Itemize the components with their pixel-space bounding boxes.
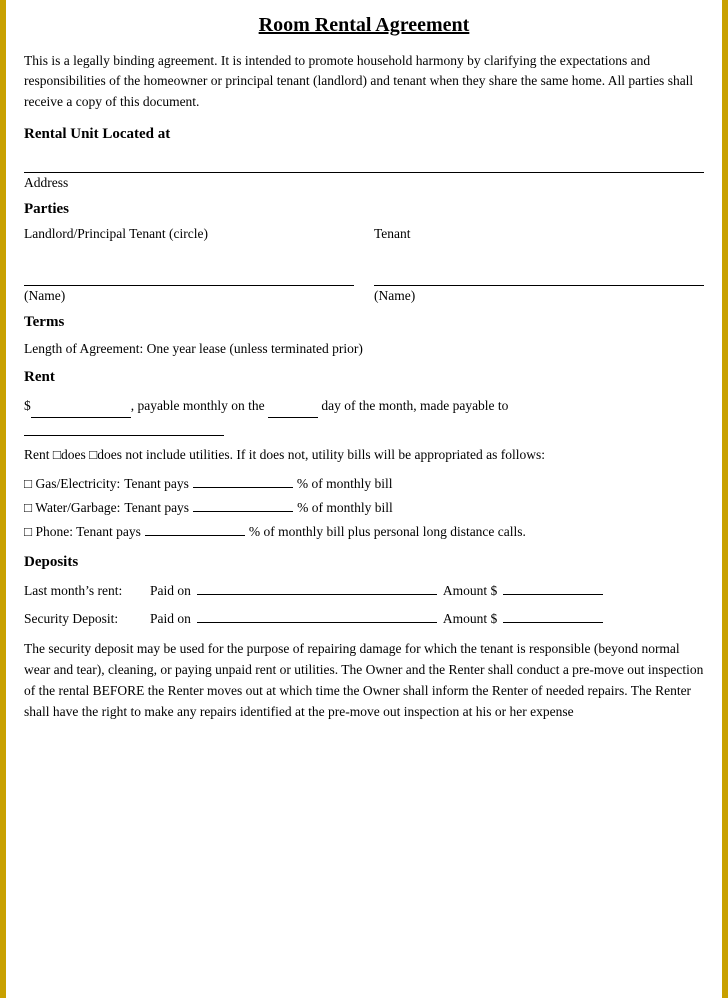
utilities-text: Rent □does □does not include utilities. … bbox=[24, 444, 704, 466]
water-suffix: % of monthly bill bbox=[297, 497, 393, 520]
security-paid-on: Paid on bbox=[150, 607, 191, 631]
gas-percent-blank[interactable] bbox=[193, 472, 293, 488]
rent-heading: Rent bbox=[24, 369, 704, 386]
deposits-heading: Deposits bbox=[24, 554, 704, 571]
phone-checkbox: □ Phone: Tenant pays bbox=[24, 521, 141, 544]
right-accent-border bbox=[722, 0, 728, 998]
terms-length-text: Length of Agreement: One year lease (unl… bbox=[24, 339, 704, 359]
rental-unit-heading: Rental Unit Located at bbox=[24, 126, 704, 143]
rent-day-blank[interactable] bbox=[268, 402, 318, 418]
terms-heading: Terms bbox=[24, 314, 704, 331]
gas-suffix: % of monthly bill bbox=[297, 473, 393, 496]
tenant-name-label: (Name) bbox=[374, 288, 704, 304]
tenant-header: Tenant bbox=[374, 226, 704, 242]
tenant-name-line[interactable] bbox=[374, 266, 704, 286]
security-deposit-row: Security Deposit: Paid on Amount $ bbox=[24, 607, 704, 631]
rent-amount-blank[interactable] bbox=[31, 402, 131, 418]
parties-name-row: (Name) (Name) bbox=[24, 266, 704, 304]
rent-line-text: , payable monthly on the bbox=[131, 398, 268, 413]
parties-header-row: Landlord/Principal Tenant (circle) Tenan… bbox=[24, 226, 704, 262]
last-months-amount-blank[interactable] bbox=[503, 579, 603, 595]
last-months-amount-label: Amount $ bbox=[443, 579, 497, 603]
landlord-column: Landlord/Principal Tenant (circle) bbox=[24, 226, 354, 262]
gas-tenant-pays: Tenant pays bbox=[124, 473, 189, 496]
water-percent-blank[interactable] bbox=[193, 496, 293, 512]
gas-electricity-item: □ Gas/Electricity: Tenant pays % of mont… bbox=[24, 472, 704, 496]
deposits-rows: Last month’s rent: Paid on Amount $ Secu… bbox=[24, 579, 704, 632]
last-months-rent-label: Last month’s rent: bbox=[24, 579, 144, 603]
address-label: Address bbox=[24, 175, 704, 191]
security-paid-date-blank[interactable] bbox=[197, 607, 437, 623]
water-checkbox: □ Water/Garbage: bbox=[24, 497, 120, 520]
landlord-header: Landlord/Principal Tenant (circle) bbox=[24, 226, 354, 242]
security-deposit-text: The security deposit may be used for the… bbox=[24, 639, 704, 723]
document-content: Room Rental Agreement This is a legally … bbox=[6, 0, 722, 998]
water-tenant-pays: Tenant pays bbox=[124, 497, 189, 520]
dollar-sign: $ bbox=[24, 398, 31, 413]
tenant-name-col: (Name) bbox=[374, 266, 704, 304]
last-months-paid-on: Paid on bbox=[150, 579, 191, 603]
tenant-column: Tenant bbox=[374, 226, 704, 262]
gas-checkbox: □ Gas/Electricity: bbox=[24, 473, 120, 496]
security-deposit-label: Security Deposit: bbox=[24, 607, 144, 631]
landlord-name-label: (Name) bbox=[24, 288, 354, 304]
last-months-rent-row: Last month’s rent: Paid on Amount $ bbox=[24, 579, 704, 603]
phone-item: □ Phone: Tenant pays % of monthly bill p… bbox=[24, 520, 704, 544]
document-title: Room Rental Agreement bbox=[24, 14, 704, 37]
rent-payment-line: $ , payable monthly on the day of the mon… bbox=[24, 394, 704, 418]
parties-heading: Parties bbox=[24, 201, 704, 218]
intro-paragraph: This is a legally binding agreement. It … bbox=[24, 51, 704, 112]
security-amount-label: Amount $ bbox=[443, 607, 497, 631]
water-garbage-item: □ Water/Garbage: Tenant pays % of monthl… bbox=[24, 496, 704, 520]
phone-percent-blank[interactable] bbox=[145, 520, 245, 536]
landlord-name-col: (Name) bbox=[24, 266, 354, 304]
phone-suffix: % of monthly bill plus personal long dis… bbox=[249, 521, 526, 544]
rent-line-text2: day of the month, made payable to bbox=[318, 398, 508, 413]
landlord-name-line[interactable] bbox=[24, 266, 354, 286]
payable-to-line[interactable] bbox=[24, 420, 224, 436]
security-amount-blank[interactable] bbox=[503, 607, 603, 623]
address-field-line[interactable] bbox=[24, 151, 704, 173]
last-months-paid-date-blank[interactable] bbox=[197, 579, 437, 595]
